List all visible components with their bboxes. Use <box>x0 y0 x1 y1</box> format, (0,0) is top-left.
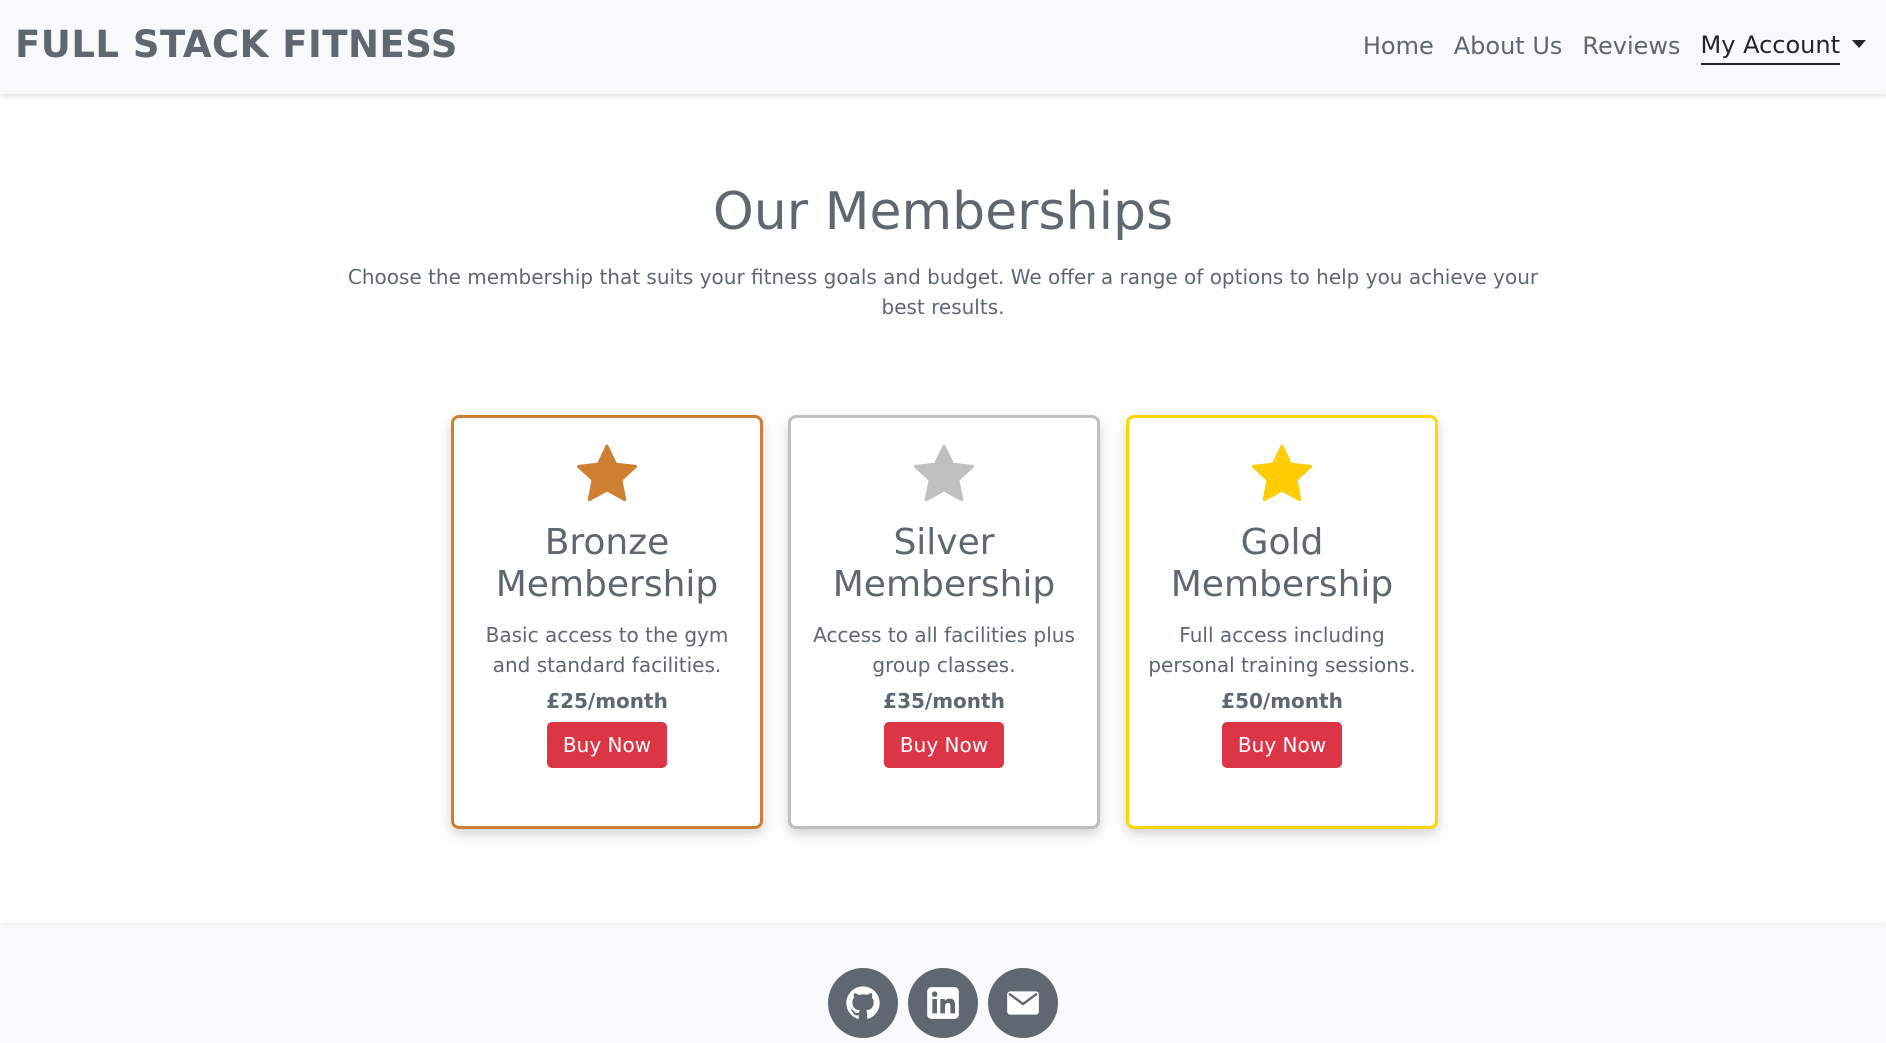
page-title: Our Memberships <box>712 182 1174 242</box>
membership-card-silver: Silver Membership Access to all faciliti… <box>788 415 1100 829</box>
buy-now-button-gold[interactable]: Buy Now <box>1221 722 1343 768</box>
account-dropdown[interactable]: My Account <box>1700 27 1866 65</box>
card-title: Bronze Membership <box>495 522 719 605</box>
linkedin-link[interactable] <box>908 968 978 1038</box>
nav-link-my-account[interactable]: My Account <box>1700 27 1840 65</box>
github-link[interactable] <box>828 968 898 1038</box>
envelope-icon <box>1007 991 1039 1015</box>
membership-card-bronze: Bronze Membership Basic access to the gy… <box>451 415 763 829</box>
card-price: £25/month <box>546 689 668 713</box>
membership-cards: Bronze Membership Basic access to the gy… <box>451 415 1438 829</box>
navbar: FULL STACK FITNESS Home About Us Reviews… <box>0 0 1886 94</box>
caret-down-icon[interactable] <box>1852 40 1866 48</box>
nav-link-home[interactable]: Home <box>1363 26 1434 66</box>
buy-now-button-silver[interactable]: Buy Now <box>883 722 1005 768</box>
brand-logo[interactable]: FULL STACK FITNESS <box>15 20 458 70</box>
card-description: Access to all facilities plus group clas… <box>813 623 1075 677</box>
card-price: £35/month <box>883 689 1005 713</box>
github-icon <box>846 986 880 1019</box>
star-icon <box>577 444 637 502</box>
nav-link-about-us[interactable]: About Us <box>1454 26 1563 66</box>
star-icon <box>914 444 974 502</box>
linkedin-icon <box>927 987 959 1019</box>
card-description: Full access including personal training … <box>1148 623 1416 677</box>
card-title: Silver Membership <box>832 522 1056 605</box>
card-price: £50/month <box>1221 689 1343 713</box>
membership-card-gold: Gold Membership Full access including pe… <box>1126 415 1438 829</box>
card-description: Basic access to the gym and standard fac… <box>485 623 729 677</box>
email-link[interactable] <box>988 968 1058 1038</box>
nav-links: Home About Us Reviews My Account <box>1343 26 1866 66</box>
footer <box>0 925 1886 1043</box>
star-icon <box>1252 444 1312 502</box>
card-title: Gold Membership <box>1170 522 1394 605</box>
page-intro: Choose the membership that suits your fi… <box>347 265 1539 319</box>
social-links <box>0 968 1886 1038</box>
buy-now-button-bronze[interactable]: Buy Now <box>546 722 668 768</box>
nav-link-reviews[interactable]: Reviews <box>1582 26 1680 66</box>
